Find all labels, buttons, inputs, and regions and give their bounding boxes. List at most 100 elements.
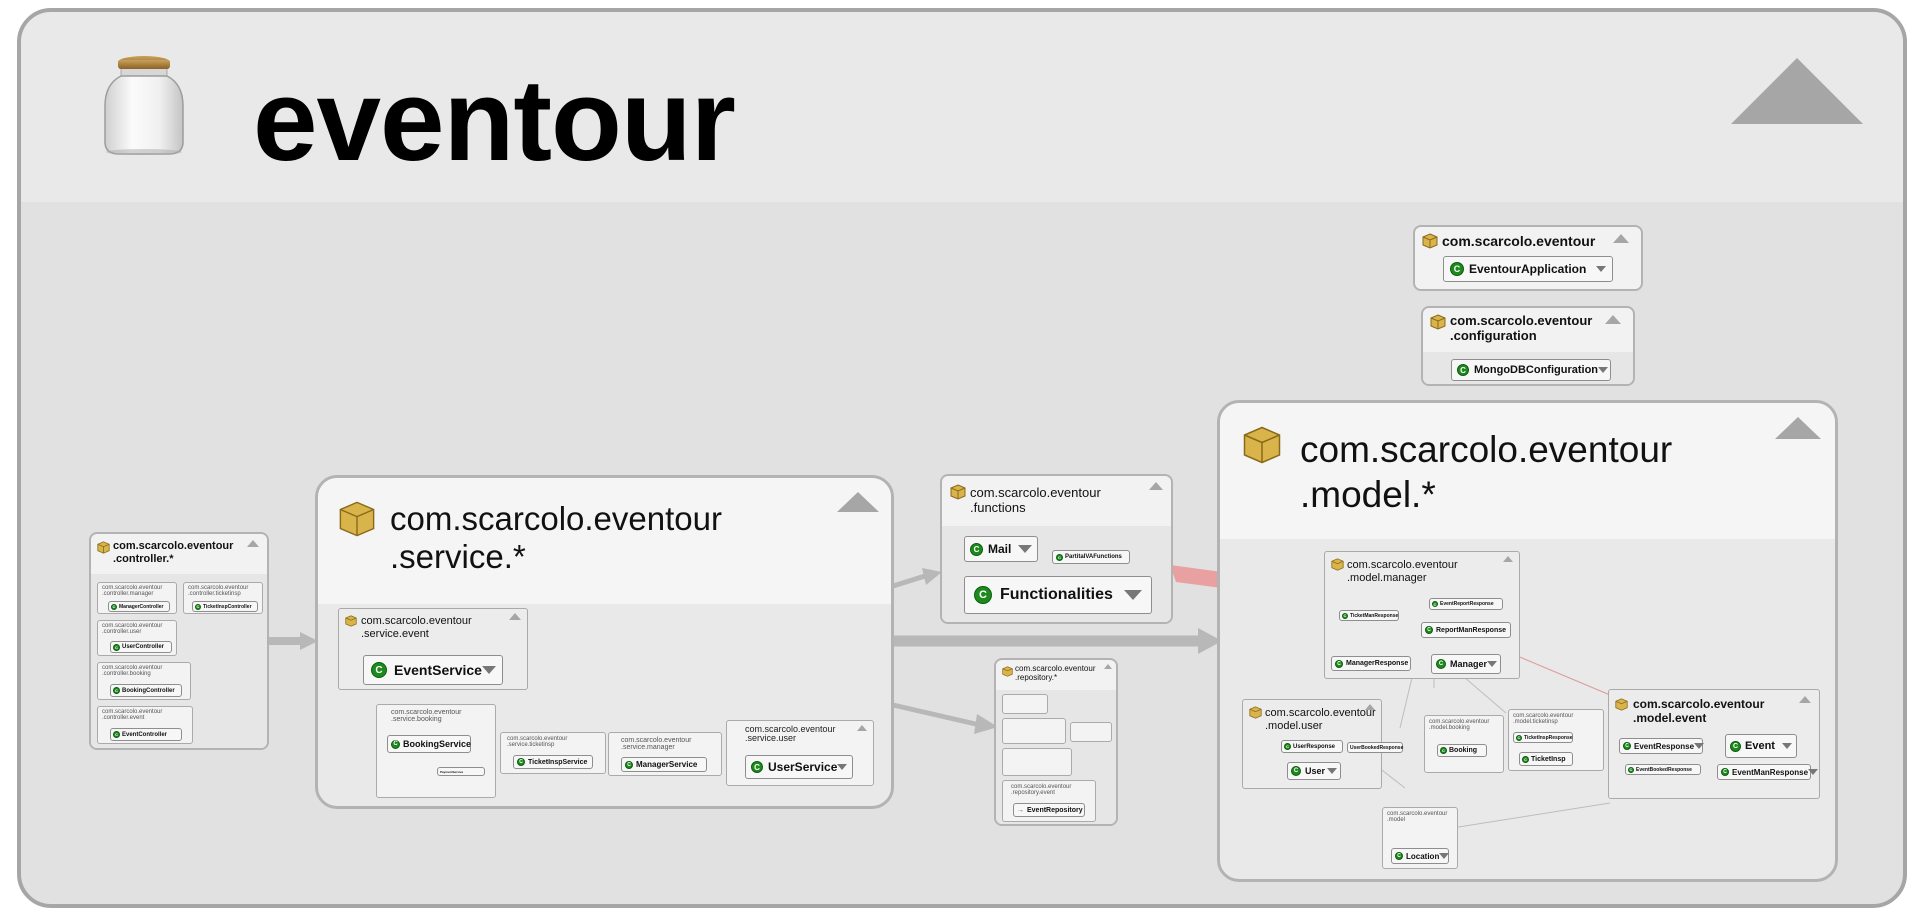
class-label: EventRepository: [1027, 806, 1083, 814]
chevron-down-icon: [1018, 545, 1032, 553]
class-icon: C: [1284, 743, 1291, 750]
subpackage-service-ticketinsp[interactable]: com.scarcolo.eventour .service.ticketins…: [500, 732, 606, 774]
class-reportmanresponse[interactable]: C ReportManResponse: [1421, 622, 1511, 638]
subpackage-controller-booking[interactable]: com.scarcolo.eventour .controller.bookin…: [97, 662, 191, 700]
subpackage-controller-user[interactable]: com.scarcolo.eventour .controller.user C…: [97, 620, 177, 656]
collapse-triangle-icon[interactable]: [837, 492, 879, 512]
class-bookingservice[interactable]: C BookingService: [387, 735, 471, 753]
subpackage-model-event[interactable]: com.scarcolo.eventour .model.event C Even…: [1608, 689, 1820, 799]
class-mail[interactable]: C Mail: [964, 536, 1038, 562]
class-manager[interactable]: C Manager: [1431, 654, 1501, 674]
class-eventreportresponse[interactable]: C EventReportResponse: [1429, 598, 1503, 610]
class-label: TicketInspService: [528, 758, 588, 766]
chevron-down-icon: [1487, 661, 1498, 667]
collapse-triangle-icon[interactable]: [1365, 704, 1375, 710]
class-icon: C: [1342, 612, 1348, 619]
subpackage-repository-ticketinsp[interactable]: [1002, 748, 1072, 776]
class-ticketmanresponse[interactable]: C TicketManResponse: [1339, 610, 1399, 621]
class-mongodbconfiguration[interactable]: C MongoDBConfiguration: [1451, 359, 1611, 381]
subpackage-model-user[interactable]: com.scarcolo.eventour .model.user C UserR…: [1242, 699, 1403, 789]
subpackage-controller-ticketinsp[interactable]: com.scarcolo.eventour .controller.ticket…: [183, 582, 263, 614]
subpackage-controller-manager[interactable]: com.scarcolo.eventour .controller.manage…: [97, 582, 177, 614]
class-partitaivafunctions[interactable]: C PartitaIVAFunctions: [1052, 550, 1130, 564]
class-location[interactable]: C Location: [1391, 848, 1450, 864]
class-ticketinspresponse[interactable]: C TicketInspResponse: [1513, 732, 1573, 743]
subpackage-model-booking[interactable]: com.scarcolo.eventour .model.booking C Bo…: [1424, 715, 1504, 773]
package-controller[interactable]: com.scarcolo.eventour .controller.* com.…: [89, 532, 269, 750]
class-label: Booking: [1449, 747, 1477, 754]
collapse-triangle-icon[interactable]: [1503, 556, 1513, 562]
class-icon: C: [625, 760, 633, 769]
subpackage-name: com.scarcolo.eventour .service.event: [361, 615, 472, 640]
subpackage-repository-booking[interactable]: [1002, 718, 1066, 744]
subpackage-controller-event[interactable]: com.scarcolo.eventour .controller.event …: [97, 706, 193, 744]
class-functionalities[interactable]: C Functionalities: [964, 576, 1152, 614]
package-repository[interactable]: com.scarcolo.eventour .repository.* com.…: [994, 658, 1118, 826]
class-ticketinsp[interactable]: C TicketInsp: [1519, 752, 1573, 766]
class-usercontroller[interactable]: C UserController: [110, 641, 172, 653]
class-userbookedresponse[interactable]: UserBookedResponse: [1347, 742, 1403, 753]
subpackage-service-manager[interactable]: com.scarcolo.eventour .service.manager C…: [608, 732, 722, 776]
subpackage-repository-user[interactable]: [1070, 722, 1112, 742]
class-user[interactable]: C User: [1287, 762, 1341, 780]
class-managercontroller[interactable]: C ManagerController: [108, 601, 170, 612]
class-icon: C: [1440, 747, 1447, 754]
collapse-triangle-icon[interactable]: [247, 540, 259, 547]
subpackage-model-manager[interactable]: com.scarcolo.eventour .model.manager C Ev…: [1324, 551, 1520, 679]
collapse-triangle-icon[interactable]: [509, 613, 521, 620]
class-eventservice[interactable]: C EventService: [363, 655, 503, 685]
class-eventourapplication[interactable]: C EventourApplication: [1443, 256, 1613, 282]
collapse-triangle-icon[interactable]: [1149, 482, 1163, 490]
class-managerservice[interactable]: C ManagerService: [621, 757, 707, 772]
class-booking[interactable]: C Booking: [1437, 744, 1487, 757]
class-label: EventManResponse: [1732, 767, 1809, 777]
package-functions[interactable]: com.scarcolo.eventour .functions C Mail C…: [940, 474, 1173, 624]
cycle-edge: [1170, 565, 1222, 588]
collapse-triangle-icon[interactable]: [1605, 315, 1621, 324]
class-ticketinspcontroller[interactable]: C TicketInspController: [192, 601, 258, 612]
class-icon: C: [974, 586, 992, 604]
package-icon: [339, 501, 375, 537]
class-eventbookedresponse[interactable]: C EventBookedResponse: [1625, 764, 1701, 775]
class-managerresponse[interactable]: C ManagerResponse: [1331, 656, 1411, 671]
subpackage-name: com.scarcolo.eventour .service.ticketins…: [507, 736, 568, 749]
class-icon: C: [1432, 601, 1438, 607]
class-label: ReportManResponse: [1436, 626, 1507, 634]
class-label: TicketManResponse: [1350, 612, 1399, 619]
package-icon: [1430, 314, 1446, 330]
model-edges: [1289, 654, 1611, 829]
class-userservice[interactable]: C UserService: [745, 755, 853, 779]
subpackage-service-event[interactable]: com.scarcolo.eventour .service.event C Ev…: [338, 608, 528, 690]
class-event[interactable]: C Event: [1725, 734, 1797, 758]
class-eventresponse[interactable]: C EventResponse: [1619, 738, 1705, 754]
subpackage-repository-manager[interactable]: [1002, 694, 1048, 714]
collapse-triangle-icon[interactable]: [1104, 664, 1112, 669]
subpackage-name: com.scarcolo.eventour .controller.event: [102, 709, 163, 722]
class-bookingcontroller[interactable]: C BookingController: [110, 684, 182, 697]
collapse-triangle-icon[interactable]: [857, 725, 867, 731]
package-model[interactable]: com.scarcolo.eventour .model.* com.scarc…: [1217, 400, 1838, 882]
subpackage-name: com.scarcolo.eventour .model.manager: [1347, 559, 1458, 584]
subpackage-model-ticketinsp[interactable]: com.scarcolo.eventour .model.ticketinsp …: [1508, 709, 1604, 771]
class-eventmanresponse[interactable]: C EventManResponse: [1717, 764, 1819, 780]
subpackage-service-booking[interactable]: com.scarcolo.eventour .service.booking C…: [376, 704, 496, 798]
collapse-triangle-icon[interactable]: [1799, 696, 1811, 703]
class-eventcontroller[interactable]: C EventController: [110, 728, 182, 741]
collapse-triangle-icon[interactable]: [1613, 234, 1629, 243]
package-service[interactable]: com.scarcolo.eventour .service.* com.sca…: [315, 475, 894, 809]
class-paymentservice[interactable]: PaymentService: [437, 767, 485, 776]
subpackage-service-user[interactable]: com.scarcolo.eventour .service.user C Use…: [726, 720, 874, 786]
class-label: MongoDBConfiguration: [1474, 364, 1599, 376]
subpackage-name: com.scarcolo.eventour .service.booking: [391, 709, 462, 724]
class-ticketinspservice[interactable]: C TicketInspService: [513, 755, 593, 769]
subpackage-repository-event[interactable]: com.scarcolo.eventour .repository.event …: [1002, 780, 1096, 822]
package-root[interactable]: com.scarcolo.eventour C EventourApplicati…: [1413, 225, 1643, 291]
package-configuration[interactable]: com.scarcolo.eventour .configuration C Mo…: [1421, 306, 1635, 386]
subpackage-model-root[interactable]: com.scarcolo.eventour .model C Location: [1382, 807, 1458, 869]
class-userresponse[interactable]: C UserResponse: [1281, 740, 1343, 753]
package-icon: [1615, 698, 1628, 711]
package-icon: [97, 541, 110, 554]
class-eventrepository[interactable]: → EventRepository: [1013, 803, 1085, 817]
class-icon: C: [113, 731, 120, 738]
class-label: Event: [1745, 740, 1775, 752]
